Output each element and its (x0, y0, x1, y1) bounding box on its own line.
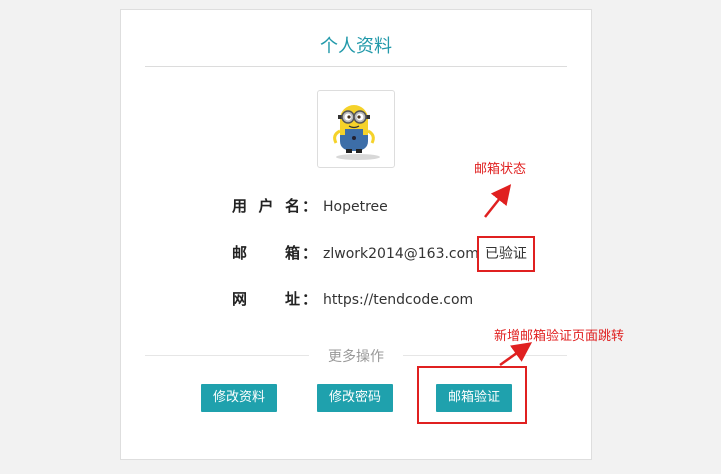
page-title: 个人资料 (320, 36, 392, 57)
email-verify-highlight-box (417, 366, 527, 424)
website-row: 网 址： https://tendcode.com (232, 287, 473, 311)
email-status-annotation: 邮箱状态 (474, 162, 527, 177)
more-actions-divider-right (403, 355, 567, 356)
website-colon: ： (302, 290, 318, 308)
avatar (317, 90, 395, 168)
email-colon: ： (302, 244, 318, 262)
website-label: 网 址 (232, 290, 300, 308)
website-value[interactable]: https://tendcode.com (323, 292, 473, 308)
email-status-badge: 已验证 (476, 236, 535, 272)
new-page-annotation: 新增邮箱验证页面跳转 (494, 329, 625, 344)
change-password-button[interactable]: 修改密码 (317, 384, 394, 412)
email-row: 邮 箱： zlwork2014@163.com 已验证 (232, 236, 535, 272)
username-label: 用户名 (232, 197, 300, 215)
username-row: 用户名： Hopetree (232, 194, 388, 218)
username-colon: ： (302, 197, 318, 215)
username-value: Hopetree (323, 199, 388, 215)
title-divider (145, 66, 567, 67)
email-value: zlwork2014@163.com (323, 246, 479, 262)
more-actions-label: 更多操作 (328, 349, 384, 365)
page: 个人资料 用户名 ： Hopetree 邮 箱 ： zlwork2014@163… (0, 0, 721, 474)
profile-card: 个人资料 用户名 ： Hopetree 邮 箱 ： zlwork2014@163… (120, 9, 592, 460)
email-label: 邮 箱 (232, 244, 300, 262)
minion-avatar-icon (333, 105, 380, 160)
edit-profile-button[interactable]: 修改资料 (201, 384, 278, 412)
